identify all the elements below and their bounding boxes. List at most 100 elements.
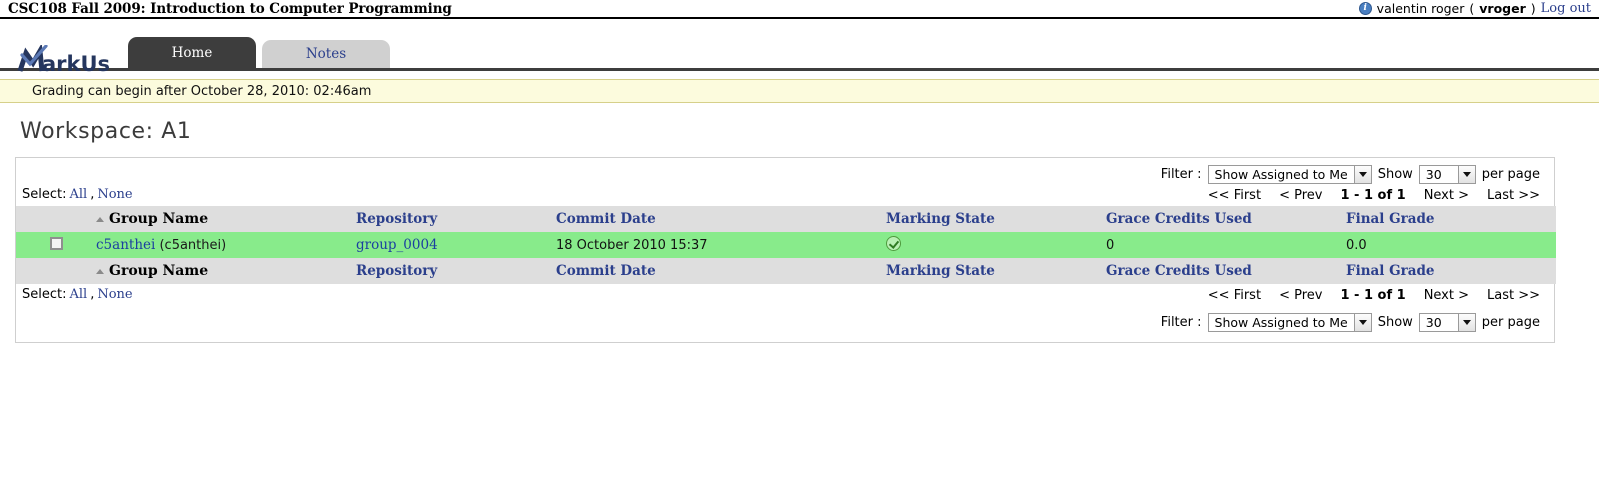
footer-commit-date-label[interactable]: Commit Date [556,263,656,279]
user-login: vroger [1479,1,1526,16]
filter-select-bottom[interactable]: Show Assigned to Me [1207,312,1372,332]
pager-last-top[interactable]: Last >> [1487,188,1540,203]
course-title: CSC108 Fall 2009: Introduction to Comput… [8,0,452,17]
open-paren: ( [1469,1,1475,16]
pager-prev-top[interactable]: < Prev [1279,188,1322,203]
row-grace-credits: 0 [1106,237,1115,253]
header-commit-date[interactable]: Commit Date [556,206,886,232]
filter-select-top-value: Show Assigned to Me [1214,166,1348,182]
row-group-name-cell: c5anthei (c5anthei) [96,232,356,258]
footer-final-grade[interactable]: Final Grade [1346,258,1556,284]
header-grace-credits-label[interactable]: Grace Credits Used [1106,211,1252,227]
user-display-name: valentin roger [1376,1,1465,16]
pager-next-bottom[interactable]: Next > [1424,288,1469,303]
footer-marking-state[interactable]: Marking State [886,258,1106,284]
submissions-table: Group Name Repository Commit Date Markin… [16,206,1556,284]
header-repository-label[interactable]: Repository [356,211,437,227]
filter-select-bottom-value: Show Assigned to Me [1214,314,1348,330]
main-tabs: Home Notes [128,37,390,68]
row-group-alias: (c5anthei) [159,238,227,253]
header-commit-date-label[interactable]: Commit Date [556,211,656,227]
per-page-select-top[interactable]: 30 [1418,164,1476,184]
header-marking-state-label[interactable]: Marking State [886,211,995,227]
row-checkbox-cell [16,232,96,258]
select-none-link-bottom[interactable]: None [97,287,132,302]
row-repository-link[interactable]: group_0004 [356,237,438,253]
header-group-name[interactable]: Group Name [96,206,356,232]
table-header-row-top: Group Name Repository Commit Date Markin… [16,206,1556,232]
row-group-link[interactable]: c5anthei [96,237,155,253]
filter-select-top[interactable]: Show Assigned to Me [1207,164,1372,184]
select-none-link-top[interactable]: None [97,187,132,202]
footer-final-grade-label[interactable]: Final Grade [1346,263,1435,279]
footer-grace-credits[interactable]: Grace Credits Used [1106,258,1346,284]
pager-first-bottom[interactable]: << First [1208,288,1261,303]
filter-controls-bottom: Filter : Show Assigned to Me Show 30 per… [16,306,1554,332]
svg-text:arkUs: arkUs [42,52,110,75]
select-comma-bottom: , [90,286,95,302]
footer-group-name[interactable]: Group Name [96,258,356,284]
footer-group-name-label: Group Name [109,263,209,279]
submissions-panel: Filter : Show Assigned to Me Show 30 per… [15,157,1556,343]
table-row[interactable]: c5anthei (c5anthei) group_0004 18 Octobe… [16,232,1556,258]
per-page-label-bottom: per page [1481,314,1540,330]
footer-repository-label[interactable]: Repository [356,263,437,279]
filter-label-top: Filter : [1160,166,1202,182]
chevron-down-icon [1457,165,1475,183]
row-grace-credits-cell: 0 [1106,232,1346,258]
page-title: Workspace: A1 [20,119,192,144]
tab-home[interactable]: Home [128,37,256,68]
close-paren: ) [1530,1,1536,16]
pager-first-top[interactable]: << First [1208,188,1261,203]
chevron-down-icon [1353,313,1371,331]
pager-next-top[interactable]: Next > [1424,188,1469,203]
brand-and-tab-bar: arkUs Home Notes [0,19,1599,75]
row-commit-date-cell: 18 October 2010 15:37 [556,232,886,258]
per-page-select-bottom-value: 30 [1425,314,1442,330]
header-final-grade[interactable]: Final Grade [1346,206,1556,232]
tab-notes[interactable]: Notes [262,40,390,68]
per-page-label-top: per page [1481,166,1540,182]
sort-ascending-icon [96,217,104,222]
course-header-bar: CSC108 Fall 2009: Introduction to Comput… [0,0,1599,19]
header-checkbox-col [16,206,96,232]
header-final-grade-label[interactable]: Final Grade [1346,211,1435,227]
pager-last-bottom[interactable]: Last >> [1487,288,1540,303]
select-all-link-bottom[interactable]: All [69,287,87,302]
row-marking-state-cell [886,232,1106,258]
select-all-link-top[interactable]: All [69,187,87,202]
select-label-top: Select: [22,186,67,202]
select-row-top: Select: All , None [16,184,133,206]
green-check-icon [886,235,901,251]
per-page-select-bottom[interactable]: 30 [1418,312,1476,332]
row-repository-cell: group_0004 [356,232,556,258]
header-marking-state[interactable]: Marking State [886,206,1106,232]
markus-logo[interactable]: arkUs [12,45,122,75]
footer-grace-credits-label[interactable]: Grace Credits Used [1106,263,1252,279]
table-header-row-bottom: Group Name Repository Commit Date Markin… [16,258,1556,284]
row-final-grade-cell: 0.0 [1346,232,1556,258]
footer-marking-state-label[interactable]: Marking State [886,263,995,279]
pager-bottom: << First < Prev 1 - 1 of 1 Next > Last >… [1208,284,1554,306]
filter-label-bottom: Filter : [1160,314,1202,330]
logout-link[interactable]: Log out [1541,1,1591,16]
select-label-bottom: Select: [22,286,67,302]
per-page-select-top-value: 30 [1425,166,1442,182]
row-final-grade: 0.0 [1346,237,1367,253]
grading-notice-banner: Grading can begin after October 28, 2010… [0,79,1599,103]
show-label-bottom: Show [1377,314,1413,330]
header-repository[interactable]: Repository [356,206,556,232]
footer-commit-date[interactable]: Commit Date [556,258,886,284]
pager-prev-bottom[interactable]: < Prev [1279,288,1322,303]
select-row-bottom: Select: All , None [16,284,133,306]
footer-repository[interactable]: Repository [356,258,556,284]
header-grace-credits[interactable]: Grace Credits Used [1106,206,1346,232]
row-commit-date: 18 October 2010 15:37 [556,237,708,253]
select-comma-top: , [90,186,95,202]
info-icon: i [1358,2,1372,15]
show-label-top: Show [1377,166,1413,182]
panel-bottom-spacer [16,332,1554,342]
chevron-down-icon [1457,313,1475,331]
row-select-checkbox[interactable] [49,236,63,250]
header-group-name-label: Group Name [109,211,209,227]
